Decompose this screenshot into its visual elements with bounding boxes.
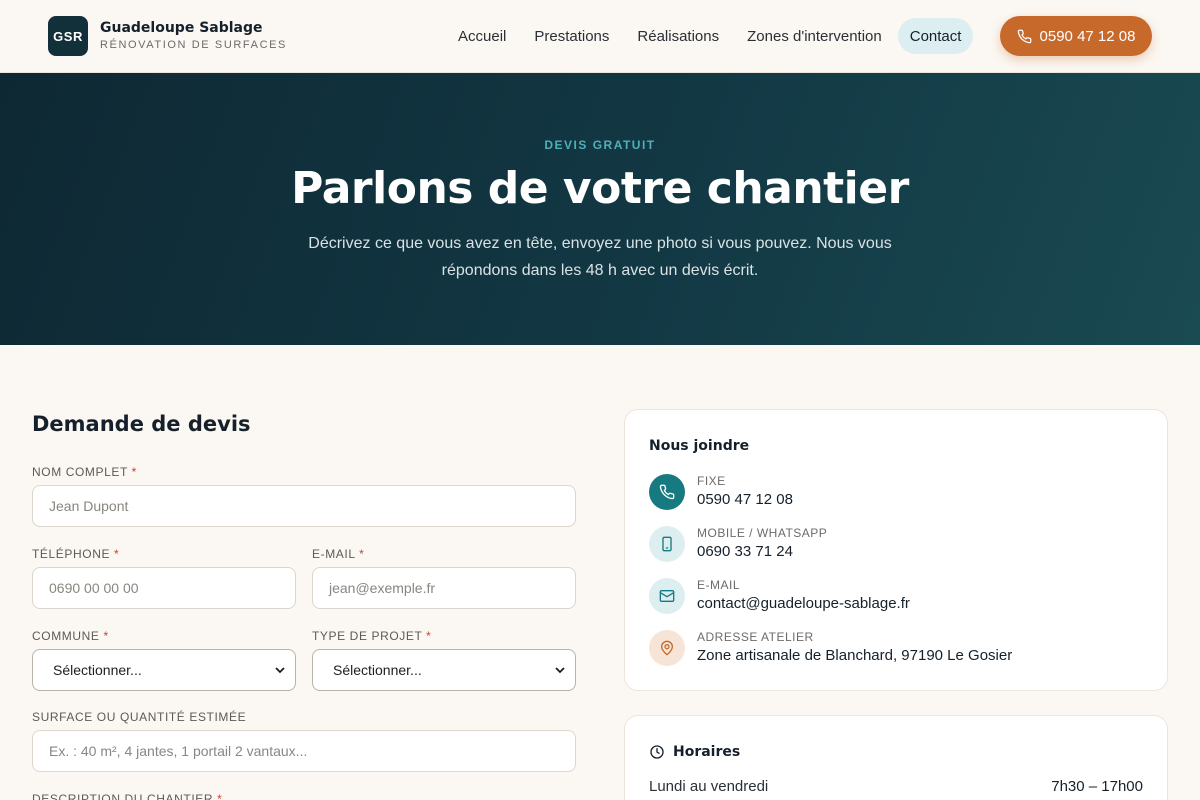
phone-cta-button[interactable]: 0590 47 12 08 xyxy=(1000,16,1152,56)
required-mark: * xyxy=(114,547,120,561)
contact-label-mobile: MOBILE / WHATSAPP xyxy=(697,526,828,540)
brand-subtitle: RÉNOVATION DE SURFACES xyxy=(100,39,287,51)
hero-banner: DEVIS GRATUIT Parlons de votre chantier … xyxy=(0,73,1200,345)
description-label: DESCRIPTION DU CHANTIER * xyxy=(32,792,222,800)
brand-name[interactable]: Guadeloupe Sablage xyxy=(100,20,263,36)
chevron-down-icon xyxy=(275,667,285,674)
hours-header: Horaires xyxy=(649,744,740,760)
contact-label-address: ADRESSE ATELIER xyxy=(697,630,814,644)
hero-text: Décrivez ce que vous avez en tête, envoy… xyxy=(308,235,892,279)
commune-select-value: Sélectionner... xyxy=(53,662,142,678)
project-type-label: TYPE DE PROJET * xyxy=(312,629,432,643)
project-type-select-value: Sélectionner... xyxy=(333,662,422,678)
nav-link-prestations[interactable]: Prestations xyxy=(520,18,623,54)
project-type-select[interactable]: Sélectionner... xyxy=(312,649,576,691)
phone-input[interactable]: 0690 00 00 00 xyxy=(32,567,296,609)
map-pin-icon xyxy=(649,630,685,666)
mobile-icon xyxy=(649,526,685,562)
nav-link-accueil[interactable]: Accueil xyxy=(444,18,520,54)
form-title: Demande de devis xyxy=(32,412,251,436)
required-mark: * xyxy=(217,792,223,800)
hours-day: Lundi au vendredi xyxy=(649,778,769,795)
surface-input[interactable]: Ex. : 40 m², 4 jantes, 1 portail 2 vanta… xyxy=(32,730,576,772)
hours-time: 7h30 – 17h00 xyxy=(1051,778,1143,795)
hours-title: Horaires xyxy=(673,744,741,760)
name-input[interactable]: Jean Dupont xyxy=(32,485,576,527)
required-mark: * xyxy=(426,629,432,643)
contact-value-email[interactable]: contact@guadeloupe-sablage.fr xyxy=(697,595,910,612)
email-input[interactable]: jean@exemple.fr xyxy=(312,567,576,609)
phone-icon xyxy=(1017,29,1031,43)
phone-label: TÉLÉPHONE * xyxy=(32,547,120,561)
nav-link-zones[interactable]: Zones d'intervention xyxy=(733,18,896,54)
hero-title: Parlons de votre chantier xyxy=(291,163,909,214)
email-label: E-MAIL * xyxy=(312,547,365,561)
logo-badge[interactable]: GSR xyxy=(48,16,88,56)
required-mark: * xyxy=(359,547,365,561)
commune-label: COMMUNE * xyxy=(32,629,109,643)
surface-label: SURFACE OU QUANTITÉ ESTIMÉE xyxy=(32,710,247,724)
site-header: GSR Guadeloupe Sablage RÉNOVATION DE SUR… xyxy=(0,0,1200,73)
commune-select[interactable]: Sélectionner... xyxy=(32,649,296,691)
main-nav: Accueil Prestations Réalisations Zones d… xyxy=(444,18,974,54)
mail-icon xyxy=(649,578,685,614)
contact-value-address: Zone artisanale de Blanchard, 97190 Le G… xyxy=(697,647,1013,664)
required-mark: * xyxy=(131,465,137,479)
name-label: NOM COMPLET * xyxy=(32,465,137,479)
contact-card: Nous joindre FIXE 0590 47 12 08 MOBILE /… xyxy=(624,409,1168,691)
contact-card-title: Nous joindre xyxy=(649,438,750,454)
contact-label-fixe: FIXE xyxy=(697,474,726,488)
phone-icon xyxy=(649,474,685,510)
hero-eyebrow: DEVIS GRATUIT xyxy=(544,138,656,152)
contact-label-email: E-MAIL xyxy=(697,578,741,592)
nav-link-realisations[interactable]: Réalisations xyxy=(623,18,733,54)
chevron-down-icon xyxy=(555,667,565,674)
hours-card: Horaires Lundi au vendredi 7h30 – 17h00 xyxy=(624,715,1168,800)
clock-icon xyxy=(650,745,664,759)
phone-cta-label: 0590 47 12 08 xyxy=(1039,27,1136,45)
required-mark: * xyxy=(103,629,109,643)
nav-link-contact[interactable]: Contact xyxy=(897,18,974,54)
contact-value-fixe[interactable]: 0590 47 12 08 xyxy=(697,491,793,508)
contact-value-mobile[interactable]: 0690 33 71 24 xyxy=(697,543,793,560)
hours-row: Lundi au vendredi 7h30 – 17h00 xyxy=(649,778,1143,795)
